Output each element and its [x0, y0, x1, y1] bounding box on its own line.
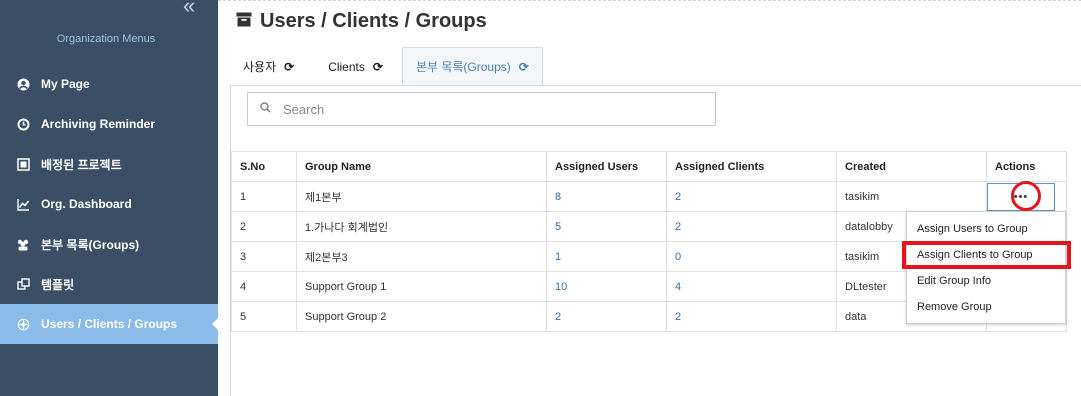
cell-group-name: 제1본부 [296, 181, 547, 212]
archive-box-icon [236, 10, 252, 33]
sidebar-item-label: Org. Dashboard [41, 197, 132, 211]
tab-users[interactable]: 사용자 ⟳ [230, 47, 307, 86]
actions-dropdown-menu: Assign Users to Group Assign Clients to … [902, 211, 1071, 324]
sidebar-item-my-page[interactable]: My Page [0, 64, 218, 104]
highlight-circle-annotation [1011, 181, 1041, 211]
sidebar-item-groups[interactable]: 본부 목록(Groups) [0, 224, 218, 264]
org-icon [16, 317, 30, 331]
search-box[interactable] [247, 92, 716, 126]
cell-assigned-clients-link[interactable]: 0 [666, 241, 837, 272]
menu-item-edit-group[interactable]: Edit Group Info [907, 268, 1065, 294]
table-header-row: S.No Group Name Assigned Users Assigned … [231, 151, 1067, 182]
column-header-sno[interactable]: S.No [231, 151, 297, 182]
sidebar-title: Organization Menus [56, 33, 156, 45]
cell-sno: 1 [231, 181, 297, 212]
page-title-text: Users / Clients / Groups [260, 10, 487, 32]
cell-group-name: Support Group 2 [296, 301, 547, 332]
sidebar-item-templates[interactable]: 템플릿 [0, 264, 218, 304]
table-row: 1 제1본부 8 2 tasikim ••• [231, 181, 1067, 212]
cell-sno: 5 [231, 301, 297, 332]
sidebar-item-label: 템플릿 [41, 277, 75, 292]
top-divider [218, 0, 1081, 1]
column-header-assigned-users[interactable]: Assigned Users [546, 151, 667, 182]
cell-assigned-clients-link[interactable]: 2 [666, 301, 837, 332]
sidebar-item-users-clients-groups[interactable]: Users / Clients / Groups [0, 304, 218, 344]
sidebar-item-label: My Page [41, 77, 90, 91]
cell-assigned-users-link[interactable]: 5 [546, 211, 667, 242]
sidebar-item-label: Archiving Reminder [41, 117, 156, 131]
chart-line-icon [16, 197, 30, 211]
sidebar-item-assigned-projects[interactable]: 배정된 프로젝트 [0, 144, 218, 184]
cell-assigned-users-link[interactable]: 10 [546, 271, 667, 302]
refresh-icon[interactable]: ⟳ [284, 60, 294, 74]
tab-label: 사용자 [243, 60, 277, 74]
column-header-created[interactable]: Created [836, 151, 987, 182]
tab-clients[interactable]: Clients ⟳ [307, 47, 396, 86]
column-header-group-name[interactable]: Group Name [296, 151, 547, 182]
user-circle-icon [16, 77, 30, 91]
column-header-actions: Actions [986, 151, 1067, 182]
tab-bar: 사용자 ⟳ Clients ⟳ 본부 목록(Groups) ⟳ [230, 47, 543, 86]
cell-sno: 2 [231, 211, 297, 242]
cell-group-name: 1.가나다 회계법인 [296, 211, 547, 242]
refresh-icon[interactable]: ⟳ [373, 60, 383, 74]
sidebar-item-label: 배정된 프로젝트 [41, 157, 122, 172]
cell-assigned-users-link[interactable]: 1 [546, 241, 667, 272]
sidebar-item-archiving-reminder[interactable]: Archiving Reminder [0, 104, 218, 144]
cell-sno: 4 [231, 271, 297, 302]
menu-item-assign-users[interactable]: Assign Users to Group [907, 216, 1065, 242]
search-icon [260, 100, 271, 118]
cell-assigned-clients-link[interactable]: 4 [666, 271, 837, 302]
tab-groups[interactable]: 본부 목록(Groups) ⟳ [401, 47, 543, 86]
main-content: Users / Clients / Groups 사용자 ⟳ Clients ⟳… [218, 0, 1081, 396]
project-icon [16, 157, 30, 171]
cell-assigned-clients-link[interactable]: 2 [666, 181, 837, 212]
cell-group-name: 제2본부3 [296, 241, 547, 272]
users-group-icon [16, 237, 30, 251]
menu-item-remove-group[interactable]: Remove Group [907, 294, 1065, 320]
collapse-sidebar-icon[interactable]: « [183, 0, 195, 17]
cell-group-name: Support Group 1 [296, 271, 547, 302]
cell-assigned-users-link[interactable]: 2 [546, 301, 667, 332]
clock-icon [16, 117, 30, 131]
column-header-assigned-clients[interactable]: Assigned Clients [666, 151, 837, 182]
sidebar-item-label: Users / Clients / Groups [41, 317, 178, 331]
search-input[interactable] [283, 101, 703, 117]
sidebar-menu: My Page Archiving Reminder 배정된 프로젝트 Org.… [0, 64, 218, 344]
sidebar: « Organization Menus My Page Archiving R… [0, 0, 218, 396]
cell-assigned-users-link[interactable]: 8 [546, 181, 667, 212]
cell-created: tasikim [836, 181, 987, 212]
refresh-icon[interactable]: ⟳ [519, 60, 529, 74]
tab-label: 본부 목록(Groups) [415, 60, 511, 74]
tab-label: Clients [328, 59, 365, 74]
sidebar-item-org-dashboard[interactable]: Org. Dashboard [0, 184, 218, 224]
menu-item-assign-clients[interactable]: Assign Clients to Group [902, 241, 1071, 269]
page-title: Users / Clients / Groups [236, 10, 487, 33]
cell-assigned-clients-link[interactable]: 2 [666, 211, 837, 242]
cell-sno: 3 [231, 241, 297, 272]
sidebar-item-label: 본부 목록(Groups) [41, 237, 140, 252]
template-icon [16, 277, 30, 291]
